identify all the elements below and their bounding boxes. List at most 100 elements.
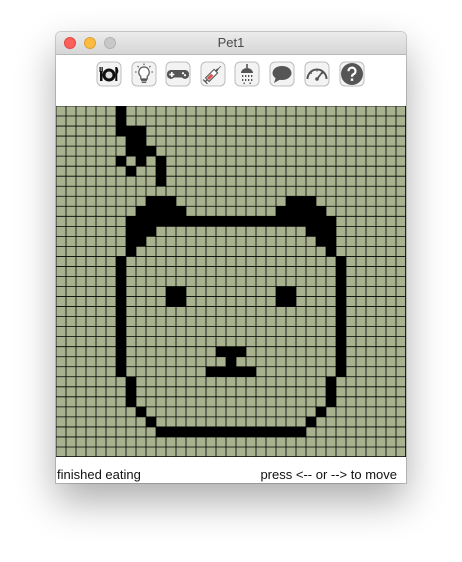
pet-pixel <box>136 236 146 247</box>
pet-pixel <box>276 296 286 307</box>
pet-pixel <box>166 286 176 297</box>
pet-pixel <box>336 316 346 327</box>
pet-pixel <box>316 236 326 247</box>
pet-pixel <box>216 426 226 437</box>
fork-plate-knife-icon <box>96 61 122 87</box>
pet-pixel <box>126 166 136 177</box>
pet-pixel <box>196 426 206 437</box>
pet-pixel <box>326 216 336 227</box>
pet-pixel <box>116 126 126 137</box>
pet-pixel <box>236 346 246 357</box>
pet-pixel <box>316 406 326 417</box>
pet-pixel <box>276 426 286 437</box>
pet-pixel <box>336 306 346 317</box>
screen-background <box>56 106 406 457</box>
pet-pixel <box>136 136 146 147</box>
pet-pixel <box>246 366 256 377</box>
pet-pixel <box>336 256 346 267</box>
pet-pixel <box>226 346 236 357</box>
gamepad-icon <box>165 61 191 87</box>
toolbar <box>56 55 406 105</box>
pet-pixel <box>116 356 126 367</box>
lightbulb-icon <box>131 61 157 87</box>
feed-button[interactable] <box>96 61 122 87</box>
pet-pixel <box>156 176 166 187</box>
pet-pixel <box>136 156 146 167</box>
help-button[interactable] <box>339 61 365 87</box>
movement-hint: press <-- or --> to move <box>260 467 397 482</box>
pet-pixel <box>326 226 336 237</box>
title-bar[interactable]: Pet1 <box>56 32 406 55</box>
pet-pixel <box>286 426 296 437</box>
pet-pixel <box>116 366 126 377</box>
pet-pixel <box>236 216 246 227</box>
pet-pixel <box>226 356 236 367</box>
pet-pixel <box>136 146 146 157</box>
pet-pixel <box>336 356 346 367</box>
app-window: Pet1 finished eating press <-- or --> to… <box>56 32 406 483</box>
pet-pixel <box>206 426 216 437</box>
pet-pixel <box>286 216 296 227</box>
pet-pixel <box>156 426 166 437</box>
pet-pixel <box>306 216 316 227</box>
pet-pixel <box>336 336 346 347</box>
pet-pixel <box>336 326 346 337</box>
pet-pixel <box>136 206 146 217</box>
pet-pixel <box>186 426 196 437</box>
pet-pixel <box>126 136 136 147</box>
pet-pixel <box>276 206 286 217</box>
status-message: finished eating <box>57 467 141 482</box>
pet-pixel <box>116 306 126 317</box>
pet-pixel <box>326 246 336 257</box>
pet-pixel <box>116 346 126 357</box>
pet-pixel <box>336 286 346 297</box>
pet-pixel <box>236 366 246 377</box>
pet-pixel <box>286 206 296 217</box>
pet-pixel <box>336 296 346 307</box>
pet-pixel <box>326 376 336 387</box>
play-button[interactable] <box>165 61 191 87</box>
light-button[interactable] <box>131 61 157 87</box>
pet-pixel-grid <box>56 106 406 457</box>
syringe-icon <box>200 61 226 87</box>
clean-button[interactable] <box>234 61 260 87</box>
pet-pixel <box>176 296 186 307</box>
pet-pixel <box>296 206 306 217</box>
pet-pixel <box>226 426 236 437</box>
pet-pixel <box>316 206 326 217</box>
pet-pixel <box>126 246 136 257</box>
pet-pixel <box>166 206 176 217</box>
pet-pixel <box>176 286 186 297</box>
pet-pixel <box>116 316 126 327</box>
pet-screen[interactable] <box>56 106 406 457</box>
shower-icon <box>234 61 260 87</box>
pet-pixel <box>156 166 166 177</box>
pet-pixel <box>266 426 276 437</box>
pet-pixel <box>166 216 176 227</box>
pet-pixel <box>246 426 256 437</box>
pet-pixel <box>126 386 136 397</box>
pet-pixel <box>126 236 136 247</box>
pet-pixel <box>326 236 336 247</box>
pet-pixel <box>216 366 226 377</box>
medicine-button[interactable] <box>200 61 226 87</box>
talk-button[interactable] <box>269 61 295 87</box>
pet-pixel <box>256 426 266 437</box>
status-bar: finished eating press <-- or --> to move <box>56 463 406 483</box>
pet-pixel <box>156 196 166 207</box>
pet-pixel <box>276 216 286 227</box>
pet-pixel <box>236 426 246 437</box>
pet-pixel <box>336 266 346 277</box>
pet-pixel <box>316 226 326 237</box>
pet-pixel <box>116 336 126 347</box>
pet-pixel <box>336 346 346 357</box>
pet-pixel <box>256 216 266 227</box>
pet-pixel <box>176 206 186 217</box>
pet-pixel <box>126 376 136 387</box>
pet-pixel <box>136 226 146 237</box>
pet-pixel <box>146 196 156 207</box>
pet-pixel <box>116 256 126 267</box>
gauge-icon <box>304 61 330 87</box>
status-button[interactable] <box>304 61 330 87</box>
pet-pixel <box>336 366 346 377</box>
